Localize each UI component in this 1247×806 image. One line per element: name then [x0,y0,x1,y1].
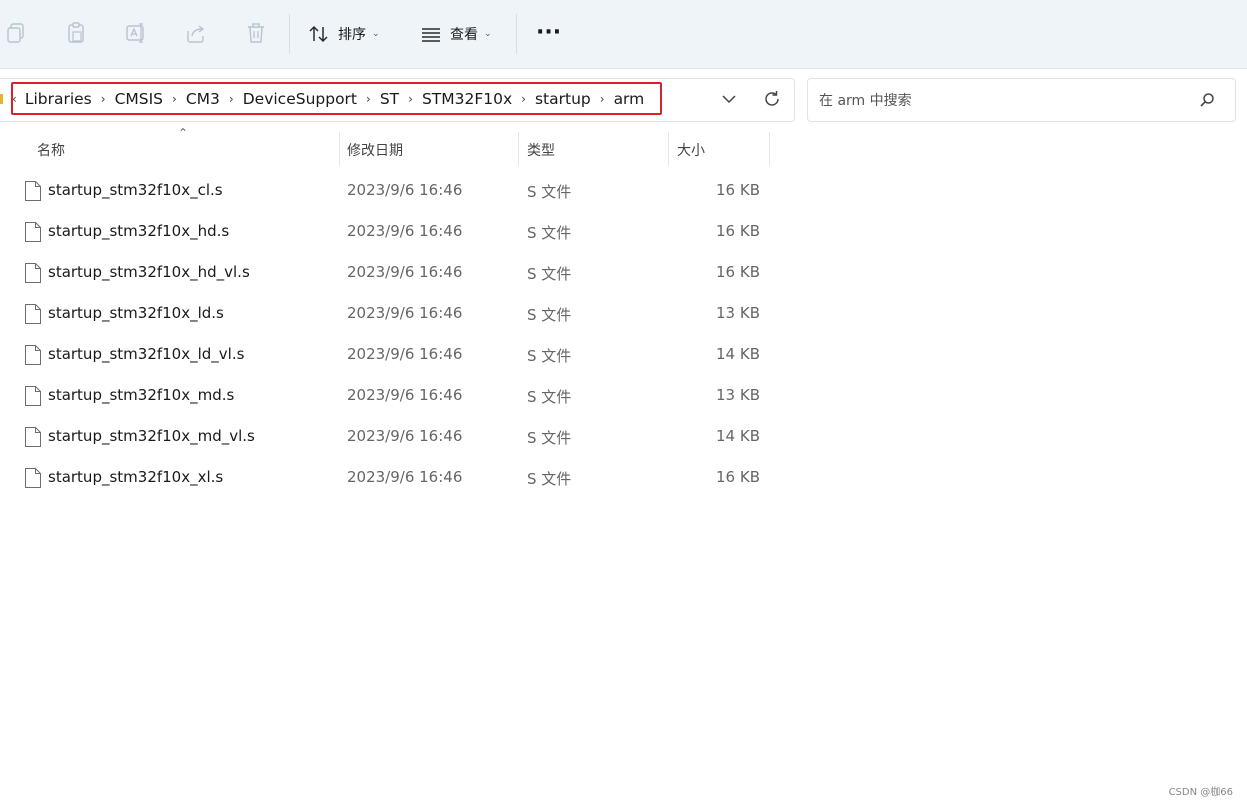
file-row[interactable]: startup_stm32f10x_hd_vl.s 2023/9/6 16:46… [0,252,780,293]
file-row[interactable]: startup_stm32f10x_xl.s 2023/9/6 16:46 S … [0,457,780,498]
file-modified: 2023/9/6 16:46 [347,304,463,322]
sort-label: 排序 [338,27,366,43]
view-icon [422,28,440,42]
file-name: startup_stm32f10x_hd_vl.s [48,263,250,281]
file-row[interactable]: startup_stm32f10x_md.s 2023/9/6 16:46 S … [0,375,780,416]
chevron-right-icon[interactable]: › [101,92,106,106]
file-name: startup_stm32f10x_xl.s [48,468,224,486]
copy-icon[interactable] [4,21,28,45]
file-name: startup_stm32f10x_md_vl.s [48,427,255,445]
search-box[interactable] [807,78,1236,122]
share-icon[interactable] [184,21,208,45]
column-header-modified[interactable]: 修改日期 [347,140,403,160]
breadcrumb-item[interactable]: ST [380,90,399,108]
paste-icon[interactable] [64,21,88,45]
toolbar-divider [516,14,517,54]
file-size: 16 KB [716,468,760,486]
breadcrumb-item[interactable]: DeviceSupport [243,90,357,108]
file-type: S 文件 [527,388,572,406]
file-icon [25,345,41,365]
column-divider[interactable] [769,132,770,166]
file-size: 14 KB [716,427,760,445]
file-modified: 2023/9/6 16:46 [347,345,463,363]
file-modified: 2023/9/6 16:46 [347,386,463,404]
file-type: S 文件 [527,306,572,324]
sort-icon [309,25,328,43]
watermark: CSDN @枷66 [1168,787,1233,798]
rename-icon[interactable] [124,21,148,45]
delete-icon[interactable] [244,21,268,45]
breadcrumb-item[interactable]: startup [535,90,591,108]
chevron-right-icon[interactable]: › [521,92,526,106]
file-size: 13 KB [716,304,760,322]
folder-icon [0,94,3,104]
view-button[interactable]: 查看 ⌄ [420,18,492,50]
search-icon[interactable] [1198,91,1216,109]
file-modified: 2023/9/6 16:46 [347,181,463,199]
file-modified: 2023/9/6 16:46 [347,427,463,445]
address-history-dropdown-icon[interactable] [718,88,740,110]
search-input[interactable] [817,89,1181,113]
file-type: S 文件 [527,470,572,488]
file-name: startup_stm32f10x_cl.s [48,181,223,199]
refresh-icon[interactable] [761,88,783,110]
chevron-down-icon: ⌄ [372,29,380,39]
file-name: startup_stm32f10x_ld_vl.s [48,345,245,363]
column-divider[interactable] [668,132,669,166]
breadcrumb: ‹ Libraries › CMSIS › CM3 › DeviceSuppor… [12,88,644,110]
file-size: 16 KB [716,263,760,281]
file-type: S 文件 [527,429,572,447]
file-size: 16 KB [716,222,760,240]
chevron-right-icon[interactable]: › [408,92,413,106]
file-modified: 2023/9/6 16:46 [347,222,463,240]
file-icon [25,468,41,488]
column-header-name[interactable]: 名称 [37,140,65,160]
toolbar-divider [289,14,290,54]
breadcrumb-overflow-icon[interactable]: ‹ [12,92,17,106]
file-icon [25,222,41,242]
chevron-right-icon[interactable]: › [366,92,371,106]
sort-ascending-icon: ⌃ [178,126,189,140]
more-options-button[interactable]: ··· [536,16,561,48]
chevron-right-icon[interactable]: › [172,92,177,106]
file-size: 14 KB [716,345,760,363]
breadcrumb-item[interactable]: STM32F10x [422,90,512,108]
command-bar: 排序 ⌄ 查看 ⌄ ··· [0,0,1247,69]
column-header-type[interactable]: 类型 [527,140,555,160]
chevron-down-icon: ⌄ [484,29,492,39]
file-type: S 文件 [527,347,572,365]
file-name: startup_stm32f10x_hd.s [48,222,230,240]
chevron-right-icon[interactable]: › [229,92,234,106]
file-icon [25,263,41,283]
file-icon [25,427,41,447]
view-label: 查看 [450,27,478,43]
file-row[interactable]: startup_stm32f10x_ld.s 2023/9/6 16:46 S … [0,293,780,334]
file-row[interactable]: startup_stm32f10x_md_vl.s 2023/9/6 16:46… [0,416,780,457]
breadcrumb-item[interactable]: CM3 [186,90,220,108]
file-icon [25,181,41,201]
file-row[interactable]: startup_stm32f10x_hd.s 2023/9/6 16:46 S … [0,211,780,252]
file-size: 13 KB [716,386,760,404]
file-size: 16 KB [716,181,760,199]
file-modified: 2023/9/6 16:46 [347,468,463,486]
file-icon [25,304,41,324]
breadcrumb-item[interactable]: CMSIS [115,90,163,108]
file-modified: 2023/9/6 16:46 [347,263,463,281]
more-icon: ··· [536,19,562,45]
file-type: S 文件 [527,265,572,283]
file-row[interactable]: startup_stm32f10x_ld_vl.s 2023/9/6 16:46… [0,334,780,375]
chevron-right-icon[interactable]: › [600,92,605,106]
file-icon [25,386,41,406]
file-type: S 文件 [527,183,572,201]
breadcrumb-item-current[interactable]: arm [614,90,645,108]
file-row[interactable]: startup_stm32f10x_cl.s 2023/9/6 16:46 S … [0,170,780,211]
breadcrumb-item[interactable]: Libraries [25,90,92,108]
column-divider[interactable] [518,132,519,166]
column-header-size[interactable]: 大小 [677,140,705,160]
file-type: S 文件 [527,224,572,242]
sort-button[interactable]: 排序 ⌄ [308,18,380,50]
file-name: startup_stm32f10x_md.s [48,386,235,404]
column-divider[interactable] [339,132,340,166]
file-name: startup_stm32f10x_ld.s [48,304,224,322]
